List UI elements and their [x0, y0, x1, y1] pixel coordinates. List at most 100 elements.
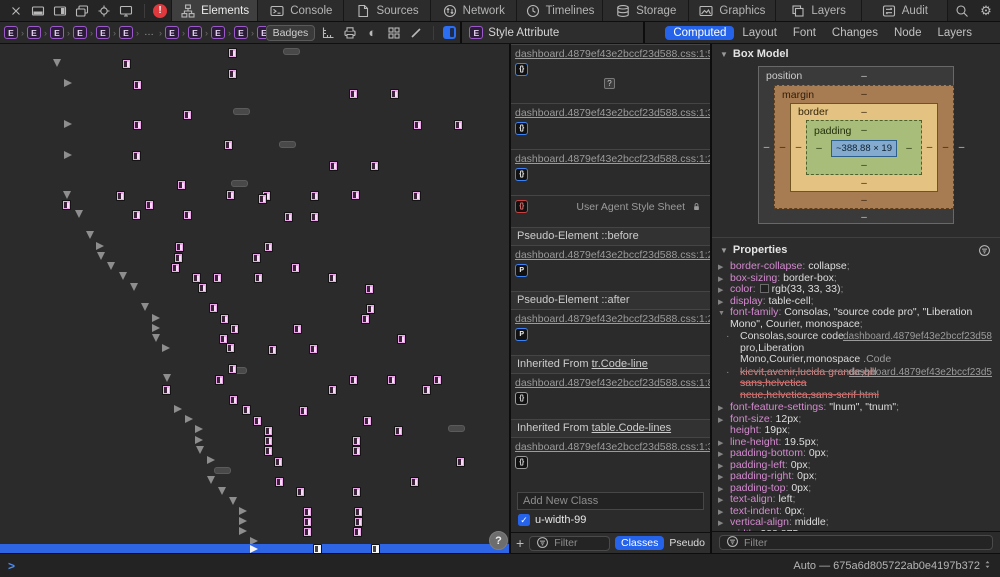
pencil-icon[interactable]	[408, 25, 424, 41]
inherited-selector-link[interactable]: tr.Code-line	[592, 358, 648, 370]
border-left-value[interactable]: –	[791, 120, 806, 175]
badges-button[interactable]: Badges	[265, 24, 316, 41]
styles-filter-field[interactable]	[529, 535, 611, 551]
dom-node-badge[interactable]	[291, 263, 300, 273]
disclosure-triangle-collapsed[interactable]	[207, 456, 215, 464]
dom-node-badge[interactable]	[122, 59, 131, 69]
breadcrumb-element-badge[interactable]: E	[257, 26, 266, 39]
dom-node-badge[interactable]	[274, 457, 283, 467]
position-right-value[interactable]: –	[954, 85, 969, 209]
breadcrumb-element-badge[interactable]: E	[165, 26, 179, 39]
stylesheet-source-link[interactable]: dashboard.4879ef43e2bccf23d588.css:1:294…	[515, 313, 710, 325]
margin-top-value[interactable]: –	[861, 89, 867, 100]
rule-type-icon[interactable]: {}	[515, 167, 528, 181]
styles-filter-input[interactable]	[554, 537, 606, 549]
border-bottom-value[interactable]: –	[791, 175, 937, 191]
dom-node-badge[interactable]	[252, 253, 261, 263]
dom-node-badge[interactable]	[132, 151, 141, 161]
disclosure-triangle-expanded[interactable]	[163, 374, 171, 382]
stylesheet-source-link[interactable]: dashboard.4879ef43e2bccf23d588.css:1:380…	[515, 441, 710, 453]
text-pill[interactable]	[279, 141, 296, 148]
dom-node-badge[interactable]	[370, 161, 379, 171]
dom-node-badge[interactable]	[264, 446, 273, 456]
breadcrumb-ellipsis[interactable]: …	[144, 27, 154, 38]
dom-node-badge[interactable]	[293, 324, 302, 334]
dom-node-badge[interactable]	[242, 405, 251, 415]
disclosure-triangle-collapsed[interactable]	[64, 151, 72, 159]
dom-node-badge[interactable]	[313, 544, 322, 553]
dom-node-badge[interactable]	[329, 161, 338, 171]
dom-node-badge[interactable]	[397, 334, 406, 344]
dom-node-badge[interactable]	[198, 283, 207, 293]
dom-node-badge[interactable]	[224, 140, 233, 150]
dom-node-badge[interactable]	[213, 273, 222, 283]
disclosure-triangle-expanded[interactable]	[97, 252, 105, 260]
dom-node-badge[interactable]	[253, 416, 262, 426]
dom-node-badge[interactable]	[328, 385, 337, 395]
box-model-content[interactable]: ~388.88 × 19	[831, 140, 897, 157]
dom-node-badge[interactable]	[116, 191, 125, 201]
ruler-icon[interactable]	[320, 25, 336, 41]
dock-bottom-icon[interactable]	[30, 3, 46, 19]
disclosure-triangle-collapsed[interactable]	[250, 545, 258, 553]
disclosure-triangle-collapsed[interactable]	[195, 425, 203, 433]
grid-icon[interactable]	[386, 25, 402, 41]
dom-node-badge[interactable]	[390, 89, 399, 99]
disclosure-triangle-collapsed[interactable]	[64, 120, 72, 128]
help-button[interactable]: ?	[489, 531, 508, 550]
rule-type-icon[interactable]: P	[515, 327, 528, 341]
tab-changes[interactable]: Changes	[824, 26, 886, 40]
disclosure-triangle-icon[interactable]: ▼	[720, 50, 728, 59]
dom-node-badge[interactable]	[352, 446, 361, 456]
position-bottom-value[interactable]: –	[759, 209, 969, 225]
tab-elements[interactable]: Elements	[171, 0, 258, 21]
dom-node-badge[interactable]	[352, 436, 361, 446]
padding-right-value[interactable]: –	[897, 140, 921, 157]
dom-node-badge[interactable]	[303, 507, 312, 517]
disclosure-triangle-expanded[interactable]	[130, 283, 138, 291]
dom-node-badge[interactable]	[192, 273, 201, 283]
computed-filter-input[interactable]	[744, 536, 988, 549]
classes-button[interactable]: Classes	[615, 536, 665, 550]
dom-node-badge[interactable]	[349, 375, 358, 385]
disclosure-triangle-collapsed[interactable]: ▶	[718, 530, 723, 532]
dom-node-badge[interactable]	[363, 416, 372, 426]
position-left-value[interactable]: –	[759, 85, 774, 209]
dom-node-badge[interactable]	[209, 303, 218, 313]
disclosure-triangle-collapsed[interactable]	[185, 415, 193, 423]
printer-icon[interactable]	[342, 25, 358, 41]
dom-node-badge[interactable]	[354, 517, 363, 527]
tab-sources[interactable]: Sources	[343, 0, 430, 21]
stylesheet-source-link[interactable]: dashboard.4879ef43e2bccf23d588.css:1:294…	[515, 249, 710, 261]
dom-node-badge[interactable]	[296, 487, 305, 497]
dom-node-badge[interactable]	[454, 120, 463, 130]
computed-filter-field[interactable]	[719, 535, 993, 550]
dock-side-icon[interactable]	[52, 3, 68, 19]
dom-node-badge[interactable]	[228, 364, 237, 374]
inspect-element-icon[interactable]	[443, 26, 457, 39]
padding-left-value[interactable]: –	[807, 140, 831, 157]
breadcrumb-element-badge[interactable]: E	[234, 26, 248, 39]
margin-left-value[interactable]: –	[775, 103, 790, 192]
pseudo-button[interactable]: Pseudo	[669, 537, 705, 549]
dom-node-badge[interactable]	[258, 194, 267, 204]
dom-node-badge[interactable]	[264, 436, 273, 446]
dom-node-badge[interactable]	[351, 190, 360, 200]
dom-node-badge[interactable]	[394, 426, 403, 436]
dom-node-badge[interactable]	[171, 263, 180, 273]
disclosure-triangle-collapsed[interactable]	[174, 405, 182, 413]
margin-bottom-value[interactable]: –	[775, 192, 953, 208]
dom-node-badge[interactable]	[284, 212, 293, 222]
dom-node-badge[interactable]	[226, 190, 235, 200]
breadcrumb-element-badge[interactable]: E	[27, 26, 41, 39]
dom-node-badge[interactable]	[303, 527, 312, 537]
tab-layout[interactable]: Layout	[734, 26, 785, 40]
text-pill[interactable]	[448, 425, 465, 432]
disclosure-triangle-collapsed[interactable]	[152, 324, 160, 332]
stylesheet-source-link[interactable]: dashboard.4879ef43e2bccf23d58	[843, 331, 992, 343]
dom-node-badge[interactable]	[183, 210, 192, 220]
dom-node-badge[interactable]	[175, 242, 184, 252]
dom-node-badge[interactable]	[456, 457, 465, 467]
stylesheet-source-link[interactable]: dashboard.4879ef43e2bccf23d5	[849, 367, 992, 379]
new-rule-button[interactable]: +	[516, 536, 524, 550]
